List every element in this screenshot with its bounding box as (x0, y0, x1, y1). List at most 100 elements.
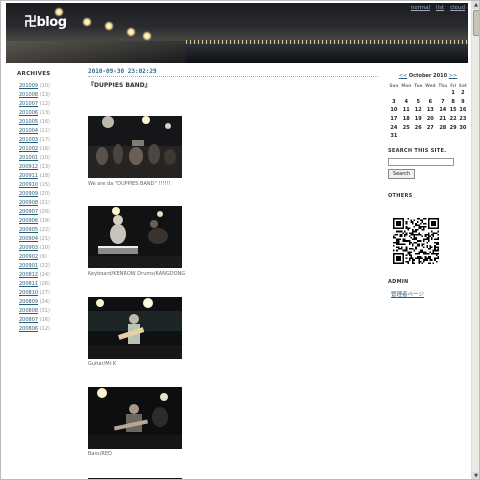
archive-month-link[interactable]: 201008 (19, 92, 38, 98)
calendar-day (388, 89, 400, 98)
archive-month-link[interactable]: 200809 (19, 299, 38, 305)
archive-month-link[interactable]: 200909 (19, 191, 38, 197)
archive-count: (11) (39, 128, 50, 134)
archive-item: 201004 (11) (17, 127, 75, 136)
calendar-day: 1 (451, 90, 455, 97)
calendar-day: 4 (404, 98, 409, 105)
archive-month-link[interactable]: 200811 (19, 281, 38, 287)
archive-month-link[interactable]: 200904 (19, 236, 38, 242)
archive-month-link[interactable]: 200912 (19, 164, 38, 170)
archive-month-link[interactable]: 200808 (19, 308, 38, 314)
archive-item: 201002 (16) (17, 145, 75, 154)
calendar-day (458, 132, 468, 141)
post-date: 2010-09-30 23:02:29 (88, 68, 378, 77)
archive-month-link[interactable]: 201006 (19, 110, 38, 116)
keyboard-drums-photo[interactable] (88, 206, 182, 268)
archive-item: 200806 (12) (17, 325, 75, 334)
archive-item: 200911 (18) (17, 172, 75, 181)
site-title[interactable]: 卍blog (24, 11, 67, 30)
calendar-week: 24 25 26 27 28 29 30 (388, 123, 468, 132)
calendar-day (424, 89, 437, 98)
archive-item: 201008 (13) (17, 91, 75, 100)
archive-month-link[interactable]: 201005 (19, 119, 38, 125)
archive-month-link[interactable]: 200911 (19, 173, 38, 179)
archive-count: (16) (39, 146, 50, 152)
archive-month-link[interactable]: 201007 (19, 101, 38, 107)
archive-month-link[interactable]: 200907 (19, 209, 38, 215)
calendar-day: 30 (459, 124, 467, 131)
calendar-day (449, 132, 458, 141)
admin-page-link[interactable]: 管理者ページ (391, 290, 424, 298)
calendar-day: 8 (451, 98, 455, 105)
calendar-prev-link[interactable]: << (399, 73, 407, 79)
archive-count: (27) (39, 290, 50, 296)
archive-month-link[interactable]: 201004 (19, 128, 38, 134)
archive-month-link[interactable]: 200908 (19, 200, 38, 206)
search-button[interactable]: Search (388, 169, 415, 179)
scroll-down-arrow-icon[interactable]: ▼ (472, 472, 479, 479)
calendar-weekday: Fri (450, 82, 457, 88)
archive-count: (12) (39, 326, 50, 332)
calendar-day: 3 (392, 98, 396, 105)
archive-item: 200902 (9) (17, 253, 75, 262)
calendar-day: 23 (459, 116, 467, 123)
scroll-up-arrow-icon[interactable]: ▲ (472, 1, 479, 9)
archive-month-link[interactable]: 200905 (19, 227, 38, 233)
archive-month-link[interactable]: 200810 (19, 290, 38, 296)
calendar-day: 27 (426, 124, 434, 131)
archive-item: 200812 (24) (17, 271, 75, 280)
search-input[interactable] (388, 158, 454, 166)
calendar-day: 26 (414, 124, 422, 131)
view-cloud-link[interactable]: cloud (450, 5, 465, 11)
view-list-link[interactable]: list (436, 5, 444, 11)
archive-item: 201001 (10) (17, 154, 75, 163)
calendar-grid: Sun Mon Tue Wed Thu Fri Sat 1 2 3 4 5 6 7 8 9 10 11 12 13 1… (388, 81, 468, 141)
search-heading: SEARCH THIS SITE. (388, 148, 447, 154)
calendar-day: 9 (461, 98, 465, 105)
others-heading: OTHERS (388, 193, 413, 199)
calendar-header: << October 2010 >> (388, 73, 468, 79)
archive-item: 200808 (31) (17, 307, 75, 316)
guitar-photo[interactable] (88, 297, 182, 359)
archive-month-link[interactable]: 200812 (19, 272, 38, 278)
calendar: << October 2010 >> Sun Mon Tue Wed Thu Fri Sat… (388, 73, 468, 141)
archive-month-link[interactable]: 200807 (19, 317, 38, 323)
archive-month-link[interactable]: 201002 (19, 146, 38, 152)
band-photo[interactable] (88, 116, 182, 178)
calendar-day (437, 89, 449, 98)
archive-month-link[interactable]: 200910 (19, 182, 38, 188)
photo-caption: Keyboard/KENROW Drums/KANGDONG (88, 271, 186, 277)
scroll-thumb[interactable] (473, 10, 479, 36)
archive-month-link[interactable]: 200901 (19, 263, 38, 269)
calendar-day: 28 (439, 124, 447, 131)
view-normal-link[interactable]: normal (411, 5, 430, 11)
browser-page: 卍blog normal list cloud ARCHIVES 201009 … (0, 0, 480, 480)
archive-count: (13) (39, 110, 50, 116)
archive-count: (21) (39, 200, 50, 206)
calendar-week: 3 45 6 789 (388, 98, 468, 107)
calendar-day: 21 (439, 116, 447, 123)
archive-month-link[interactable]: 200906 (19, 218, 38, 224)
archive-item: 200904 (21) (17, 235, 75, 244)
archive-count: (17) (39, 137, 50, 143)
calendar-day: 20 (426, 116, 434, 123)
vertical-scrollbar[interactable]: ▲ ▼ (471, 1, 479, 479)
archive-month-link[interactable]: 201001 (19, 155, 38, 161)
archives-sidebar: ARCHIVES 201009 (10) 201008 (13) 201007 (1… (17, 71, 75, 334)
archive-count: (15) (39, 182, 50, 188)
archive-count: (10) (39, 83, 50, 89)
header-ground (6, 41, 206, 63)
bass-photo[interactable] (88, 387, 182, 449)
qr-code (393, 218, 439, 264)
archive-item: 200807 (16) (17, 316, 75, 325)
archive-item: 200903 (10) (17, 244, 75, 253)
street-lamp (126, 27, 136, 37)
archive-month-link[interactable]: 201003 (19, 137, 38, 143)
archive-month-link[interactable]: 201009 (19, 83, 38, 89)
archive-item: 201007 (12) (17, 100, 75, 109)
calendar-next-link[interactable]: >> (449, 73, 457, 79)
calendar-day: 2 (461, 90, 465, 97)
archive-month-link[interactable]: 200903 (19, 245, 38, 251)
archive-month-link[interactable]: 200902 (19, 254, 38, 260)
archive-month-link[interactable]: 200806 (19, 326, 38, 332)
